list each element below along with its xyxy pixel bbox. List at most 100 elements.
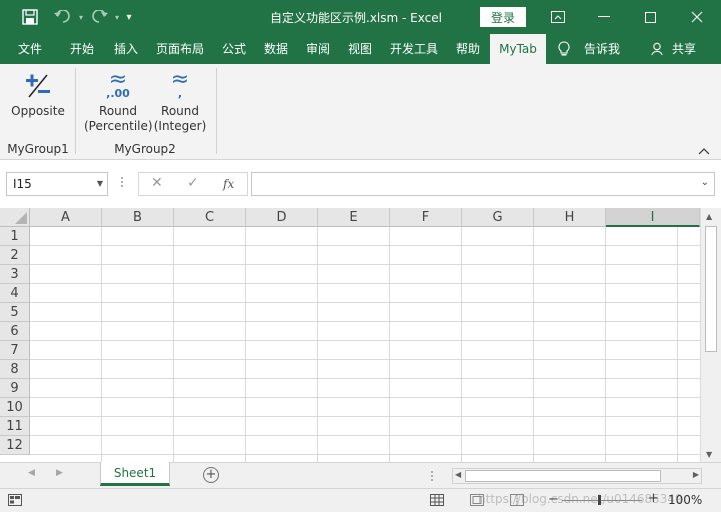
select-all-corner[interactable] (0, 208, 30, 227)
column-header-b[interactable]: B (102, 208, 174, 227)
formula-bar-resize-handle[interactable] (120, 175, 124, 193)
add-sheet-button[interactable]: + (203, 467, 219, 483)
cancel-icon[interactable]: ✕ (151, 175, 163, 191)
zoom-slider-thumb[interactable] (598, 495, 601, 505)
column-header-g[interactable]: G (462, 208, 534, 227)
sheet-tab-bar: ◀ ▶ Sheet1 + ◀ ▶ (0, 462, 721, 488)
macro-record-icon[interactable] (8, 494, 22, 509)
vertical-scrollbar[interactable]: ▲ ▼ (700, 208, 721, 462)
formula-buttons: ✕ ✓ fx (138, 172, 248, 196)
column-header-a[interactable]: A (30, 208, 102, 227)
vertical-scroll-thumb[interactable] (705, 226, 717, 352)
column-header-c[interactable]: C (174, 208, 246, 227)
row-header-10[interactable]: 10 (0, 398, 30, 417)
opposite-button[interactable]: Opposite (8, 68, 68, 119)
enter-icon[interactable]: ✓ (187, 175, 199, 191)
group1-label: MyGroup1 (7, 142, 69, 156)
row-header-9[interactable]: 9 (0, 379, 30, 398)
save-icon[interactable] (20, 0, 40, 34)
tab-home[interactable]: 开始 (62, 34, 102, 64)
worksheet-grid: ABCDEFGHI 1 2 3 4 5 6 7 8 9 10 11 12 ▲ ▼ (0, 208, 721, 462)
status-bar: https://blog.csdn.net/u014685349 − + 100… (0, 488, 721, 512)
next-sheet-icon[interactable]: ▶ (56, 468, 63, 478)
maximize-icon[interactable] (627, 0, 673, 34)
zoom-out-icon[interactable]: − (548, 492, 559, 507)
scroll-right-icon[interactable]: ▶ (693, 470, 699, 479)
formula-input[interactable]: ⌄ (251, 172, 715, 196)
zoom-in-icon[interactable]: + (648, 491, 659, 506)
round-integer-label-2: (Integer) (153, 119, 207, 133)
login-button[interactable]: 登录 (480, 7, 526, 27)
round-percentile-button[interactable]: ≈ ,.00 Round (Percentile) (84, 68, 153, 134)
collapse-ribbon-icon[interactable] (698, 144, 710, 158)
approx-glyph: ≈ (170, 67, 190, 92)
insert-function-icon[interactable]: fx (223, 177, 234, 191)
name-box-dropdown-icon[interactable]: ▼ (97, 173, 103, 195)
tab-data[interactable]: 数据 (258, 34, 294, 64)
tab-mytab[interactable]: MyTab (490, 34, 546, 64)
sheet-tab[interactable]: Sheet1 (100, 462, 170, 486)
scroll-down-icon[interactable]: ▼ (706, 450, 712, 459)
user-icon[interactable] (650, 34, 666, 64)
expand-formula-bar-icon[interactable]: ⌄ (701, 177, 709, 188)
name-box-value: I15 (13, 177, 32, 191)
ribbon-tab-bar: 文件 开始 插入 页面布局 公式 数据 审阅 视图 开发工具 帮助 MyTab … (0, 34, 721, 64)
prev-sheet-icon[interactable]: ◀ (28, 468, 35, 478)
tab-developer[interactable]: 开发工具 (384, 34, 444, 64)
row-header-7[interactable]: 7 (0, 341, 30, 360)
row-header-12[interactable]: 12 (0, 436, 30, 455)
approx-glyph: ≈ (108, 67, 128, 92)
tab-insert[interactable]: 插入 (106, 34, 146, 64)
zoom-slider[interactable] (562, 495, 642, 505)
window-title: 自定义功能区示例.xlsm - Excel (270, 11, 442, 25)
ribbon-display-options-icon[interactable] (535, 0, 581, 34)
row-header-3[interactable]: 3 (0, 265, 30, 284)
column-header-i[interactable]: I (606, 208, 700, 227)
customize-qat-icon[interactable]: ▾ (122, 0, 136, 34)
approx-decimal-icon: ≈ ,.00 (84, 68, 152, 104)
scroll-up-icon[interactable]: ▲ (706, 212, 712, 221)
row-header-8[interactable]: 8 (0, 360, 30, 379)
tab-split-handle[interactable] (430, 469, 434, 486)
cell-area[interactable] (30, 227, 700, 462)
decimal-glyph: ,.00 (106, 87, 130, 100)
scroll-left-icon[interactable]: ◀ (455, 470, 461, 479)
lightbulb-icon[interactable] (556, 34, 572, 64)
formula-bar-area: I15 ▼ ✕ ✓ fx ⌄ (0, 160, 721, 208)
minimize-icon[interactable] (581, 0, 627, 34)
row-header-11[interactable]: 11 (0, 417, 30, 436)
group-separator (216, 68, 217, 154)
round-integer-label-1: Round (161, 104, 199, 118)
undo-dropdown-icon[interactable]: ▾ (76, 0, 86, 34)
horizontal-scrollbar[interactable]: ◀ ▶ (452, 468, 702, 484)
round-integer-button[interactable]: ≈ , Round (Integer) (152, 68, 208, 134)
row-header-1[interactable]: 1 (0, 227, 30, 246)
share-button[interactable]: 共享 (668, 34, 700, 64)
zoom-level[interactable]: 100% (668, 493, 702, 507)
normal-view-icon[interactable] (430, 494, 444, 509)
tell-me-input[interactable]: 告诉我 (580, 34, 624, 64)
close-icon[interactable] (674, 0, 720, 34)
redo-icon[interactable] (86, 0, 112, 34)
tab-page-layout[interactable]: 页面布局 (150, 34, 210, 64)
round-percentile-label-2: (Percentile) (84, 119, 153, 133)
name-box[interactable]: I15 ▼ (6, 172, 108, 196)
tab-file[interactable]: 文件 (10, 34, 50, 64)
row-header-5[interactable]: 5 (0, 303, 30, 322)
column-header-d[interactable]: D (246, 208, 318, 227)
row-header-6[interactable]: 6 (0, 322, 30, 341)
horizontal-scroll-thumb[interactable] (465, 470, 661, 482)
undo-icon[interactable] (50, 0, 76, 34)
tab-review[interactable]: 审阅 (300, 34, 336, 64)
tab-help[interactable]: 帮助 (450, 34, 486, 64)
tab-view[interactable]: 视图 (342, 34, 378, 64)
row-header-2[interactable]: 2 (0, 246, 30, 265)
column-header-h[interactable]: H (534, 208, 606, 227)
column-header-f[interactable]: F (390, 208, 462, 227)
row-header-4[interactable]: 4 (0, 284, 30, 303)
column-header-e[interactable]: E (318, 208, 390, 227)
opposite-label: Opposite (11, 104, 65, 118)
plus-minus-icon (26, 74, 50, 98)
tab-formulas[interactable]: 公式 (216, 34, 252, 64)
redo-dropdown-icon[interactable]: ▾ (112, 0, 122, 34)
